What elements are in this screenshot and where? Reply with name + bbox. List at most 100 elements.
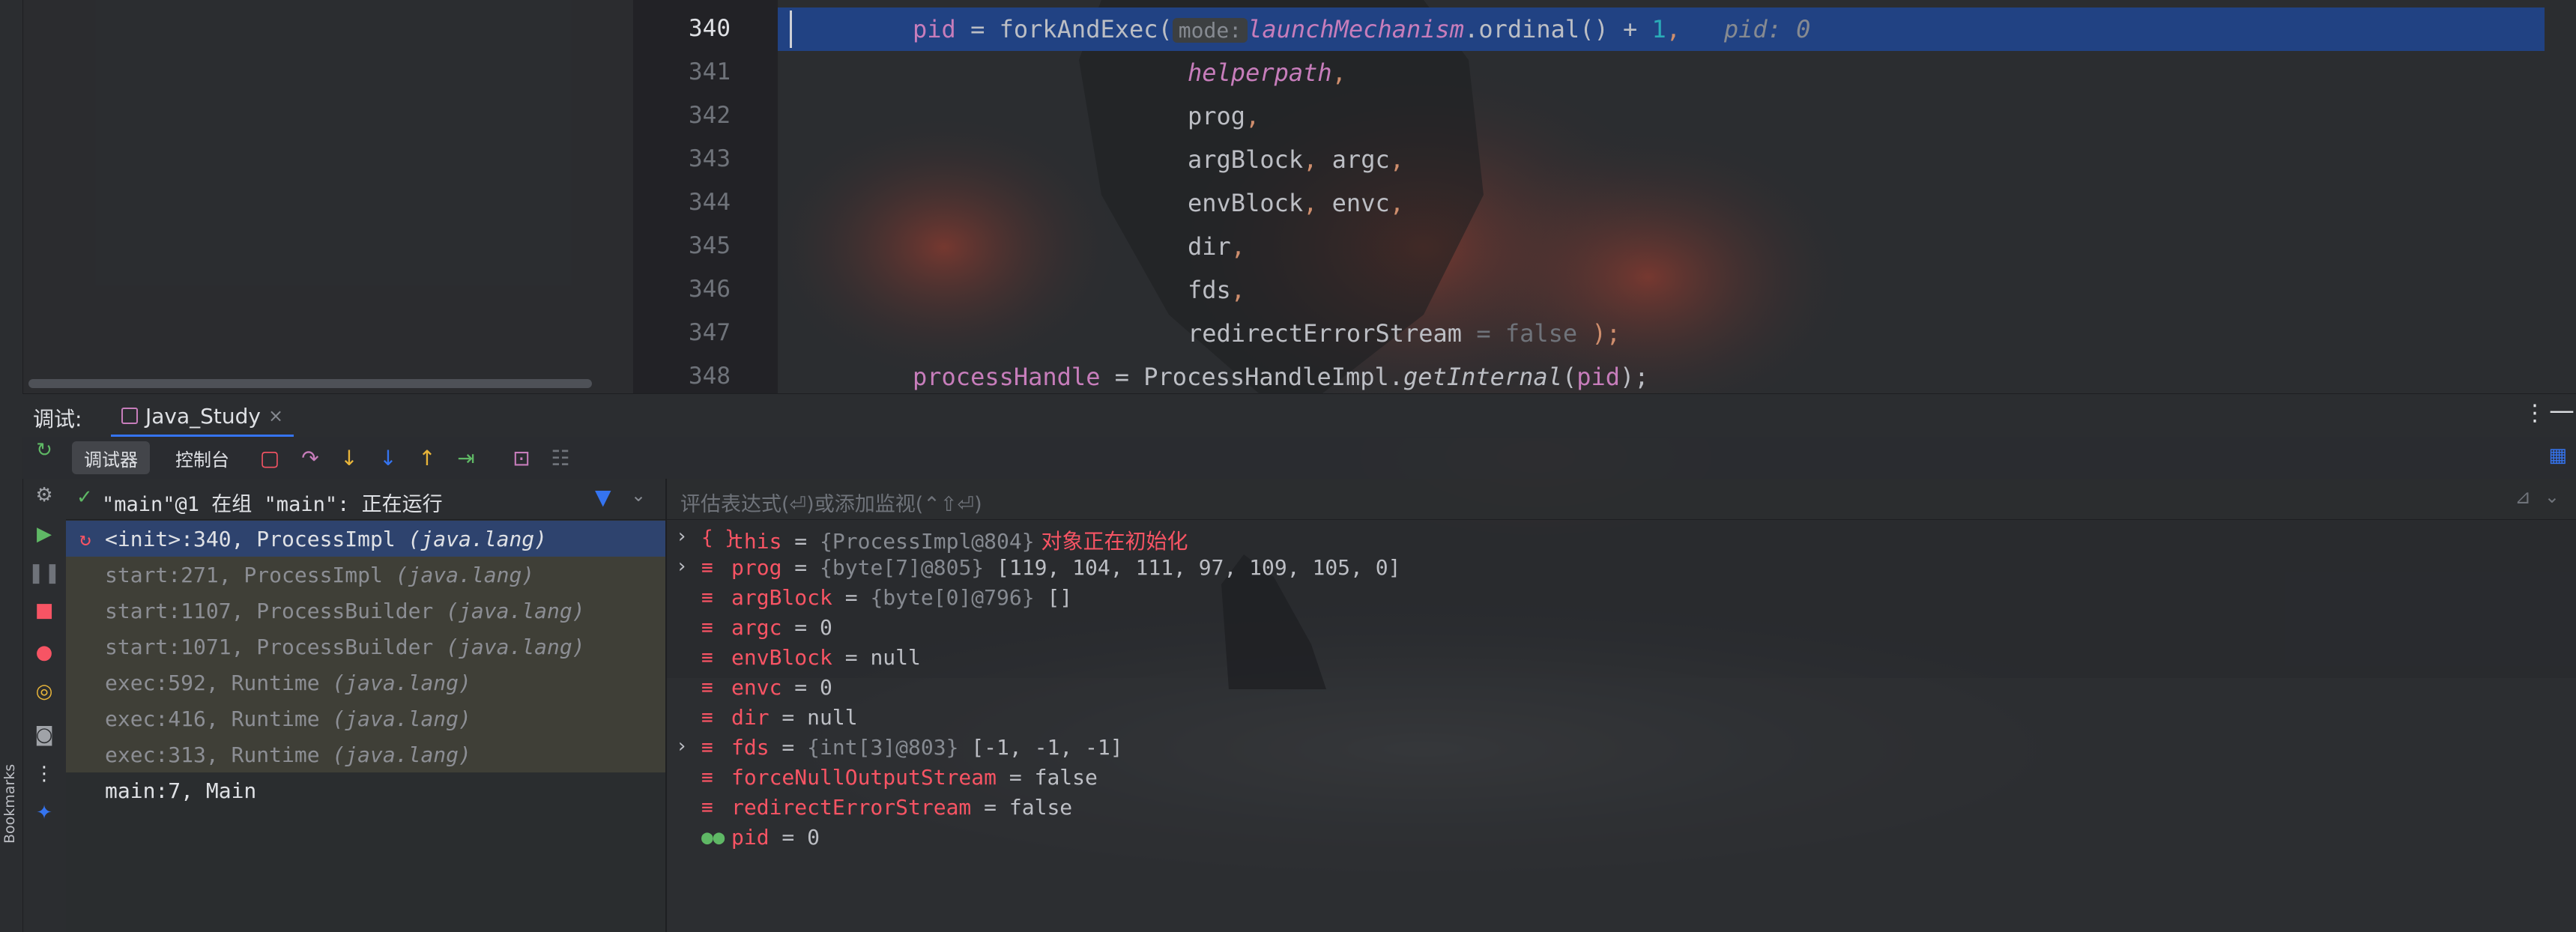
variable-row[interactable]: ≡ argc = 0 bbox=[667, 615, 2576, 645]
variable-text: pid = 0 bbox=[731, 825, 820, 850]
tab-console[interactable]: 控制台 bbox=[163, 441, 241, 474]
variable-text: prog = {byte[7]@805} [119, 104, 111, 97,… bbox=[731, 555, 1401, 580]
filter-icon[interactable]: ▼ bbox=[595, 485, 611, 509]
camera-icon[interactable]: ◙ bbox=[31, 721, 58, 748]
bookmarks-tab[interactable]: Bookmarks bbox=[1, 764, 22, 844]
pause-icon[interactable]: ❚❚ bbox=[28, 560, 61, 587]
stack-frame-row[interactable]: start:271, ProcessImpl (java.lang) bbox=[66, 557, 665, 593]
view-breakpoints-icon[interactable]: ● bbox=[31, 639, 58, 666]
chevron-right-icon[interactable]: › bbox=[676, 555, 688, 578]
code-line-342[interactable]: prog, bbox=[1188, 102, 1260, 130]
variable-row[interactable]: ≡ forceNullOutputStream = false bbox=[667, 765, 2576, 795]
code-line-345[interactable]: dir, bbox=[1188, 232, 1245, 261]
variable-text: envBlock = null bbox=[731, 645, 921, 670]
stack-frame-row[interactable]: start:1071, ProcessBuilder (java.lang) bbox=[66, 629, 665, 665]
stack-frame-label: exec:416, Runtime (java.lang) bbox=[105, 706, 471, 731]
tab-java-study[interactable]: Java_Study × bbox=[111, 397, 294, 437]
code-line-343[interactable]: argBlock, argc, bbox=[1188, 145, 1404, 174]
stop-icon[interactable]: ■ bbox=[31, 597, 58, 624]
code-line-347[interactable]: redirectErrorStream = false ); bbox=[1188, 319, 1621, 348]
stack-frame-label: main:7, Main bbox=[105, 778, 257, 803]
line-number: 345 bbox=[689, 232, 731, 259]
variable-row[interactable]: ≡ envc = 0 bbox=[667, 675, 2576, 705]
more-options-icon[interactable]: ⋮ bbox=[2524, 400, 2546, 426]
horizontal-scrollbar[interactable] bbox=[28, 379, 592, 388]
step-into-icon[interactable]: ↓ bbox=[336, 444, 363, 471]
line-number: 344 bbox=[689, 189, 731, 216]
resume-icon[interactable]: ▶ bbox=[31, 521, 58, 548]
line-number: 342 bbox=[689, 102, 731, 129]
code-line-344[interactable]: envBlock, envc, bbox=[1188, 189, 1404, 217]
chevron-down-icon[interactable]: ⌄ bbox=[631, 485, 646, 506]
variable-row[interactable]: ≡ redirectErrorStream = false bbox=[667, 795, 2576, 825]
field-icon: ≡ bbox=[701, 557, 713, 579]
variable-row[interactable]: ›{ } this = {ProcessImpl@804} 对象正在初始化 bbox=[667, 525, 2576, 555]
stack-frame-row[interactable]: start:1107, ProcessBuilder (java.lang) bbox=[66, 593, 665, 629]
variable-text: argc = 0 bbox=[731, 615, 832, 640]
stack-frame-row[interactable]: exec:313, Runtime (java.lang) bbox=[66, 736, 665, 772]
variable-row[interactable]: ≡ envBlock = null bbox=[667, 645, 2576, 675]
chevron-right-icon[interactable]: › bbox=[676, 525, 688, 548]
variable-text: envc = 0 bbox=[731, 675, 832, 700]
parameter-hint: mode: bbox=[1172, 18, 1248, 43]
stack-frame-row[interactable]: exec:592, Runtime (java.lang) bbox=[66, 665, 665, 700]
field-icon: ≡ bbox=[701, 587, 713, 609]
tab-debugger[interactable]: 调试器 bbox=[72, 441, 150, 474]
debug-side-actions: ↻ ⚙ ▶ ❚❚ ■ ● ◎ ◙ ⋮ ✦ bbox=[22, 437, 66, 932]
field-icon: ≡ bbox=[701, 796, 713, 819]
evaluate-input[interactable]: 评估表达式(⏎)或添加监视(⌃⇧⏎) bbox=[680, 488, 982, 517]
stack-frame-label: start:1071, ProcessBuilder (java.lang) bbox=[105, 635, 585, 659]
code-line-348[interactable]: processHandle = ProcessHandleImpl.getInt… bbox=[913, 363, 1649, 391]
thread-selector[interactable]: ✓ "main"@1 在组 "main": 正在运行 ▼ ⌄ bbox=[66, 479, 665, 520]
variable-row[interactable]: › ≡ fds = {int[3]@803} [-1, -1, -1] bbox=[667, 735, 2576, 765]
stack-frame-label: exec:313, Runtime (java.lang) bbox=[105, 742, 471, 767]
variable-text: forceNullOutputStream = false bbox=[731, 765, 1098, 790]
stack-frame-row[interactable]: exec:416, Runtime (java.lang) bbox=[66, 700, 665, 736]
step-over-icon[interactable]: ↷ bbox=[297, 444, 324, 471]
force-step-into-icon[interactable]: ↓ bbox=[375, 444, 402, 471]
stack-frame-row[interactable]: main:7, Main bbox=[66, 772, 665, 808]
pin-icon[interactable]: ✦ bbox=[31, 799, 58, 826]
code-editor[interactable] bbox=[778, 0, 2576, 393]
variable-text: this = {ProcessImpl@804} 对象正在初始化 bbox=[731, 529, 1188, 554]
more-actions-icon[interactable]: ⋮ bbox=[31, 760, 58, 787]
restart-frame-icon: ↻ bbox=[79, 528, 91, 551]
layout-settings-icon[interactable]: ▦ bbox=[2548, 444, 2567, 467]
line-number: 346 bbox=[689, 276, 731, 303]
line-number: 341 bbox=[689, 58, 731, 85]
chevron-down-icon[interactable]: ⌄ bbox=[2545, 486, 2560, 507]
left-tool-strip: Bookmarks bbox=[0, 0, 23, 932]
threads-view-icon[interactable]: ☷ bbox=[547, 444, 574, 471]
variable-row[interactable]: ≡ argBlock = {byte[0]@796} [] bbox=[667, 585, 2576, 615]
debug-window-title: 调试: bbox=[33, 407, 82, 432]
inline-debug-value: pid: 0 bbox=[1723, 15, 1811, 43]
code-line-346[interactable]: fds, bbox=[1188, 276, 1245, 304]
variable-row[interactable]: ≡ dir = null bbox=[667, 705, 2576, 735]
minimize-icon[interactable]: — bbox=[2549, 396, 2575, 426]
evaluate-expression-icon[interactable]: ⊡ bbox=[508, 444, 535, 471]
code-line-340[interactable]: pid = forkAndExec(mode: launchMechanism.o… bbox=[913, 15, 1810, 43]
layout-icon[interactable]: ▢ bbox=[256, 444, 283, 471]
settings-gear-icon[interactable]: ⚙ bbox=[31, 482, 58, 509]
line-number: 347 bbox=[689, 319, 731, 346]
field-icon: ≡ bbox=[701, 617, 713, 639]
close-icon[interactable]: × bbox=[268, 405, 283, 426]
pin-watch-icon[interactable]: ⊿ bbox=[2515, 486, 2531, 509]
debug-tool-window-header: 调试: Java_Study × ⋮ — bbox=[22, 393, 2576, 438]
line-number: 348 bbox=[689, 363, 731, 390]
mute-breakpoints-icon[interactable]: ◎ bbox=[31, 678, 58, 705]
step-out-icon[interactable]: ↑ bbox=[414, 444, 441, 471]
project-pane-area bbox=[22, 0, 633, 393]
field-icon: ≡ bbox=[701, 736, 713, 759]
variable-row[interactable]: ●● pid = 0 bbox=[667, 825, 2576, 855]
code-line-341[interactable]: helperpath, bbox=[1188, 58, 1346, 87]
text-caret bbox=[790, 10, 792, 48]
debug-toolbar: 调试器 控制台 ▢ ↷ ↓ ↓ ↑ ⇥ ⊡ ☷ bbox=[22, 437, 2576, 479]
stack-frame-row[interactable]: ↻ <init>:340, ProcessImpl (java.lang) bbox=[66, 521, 665, 557]
rerun-icon[interactable]: ↻ bbox=[31, 437, 58, 464]
variable-row[interactable]: › ≡ prog = {byte[7]@805} [119, 104, 111, 9… bbox=[667, 555, 2576, 585]
inline-hint-false: = false bbox=[1462, 319, 1578, 348]
run-to-cursor-icon[interactable]: ⇥ bbox=[453, 444, 480, 471]
chevron-right-icon[interactable]: › bbox=[676, 735, 688, 757]
evaluate-expression-bar[interactable]: 评估表达式(⏎)或添加监视(⌃⇧⏎) ⊿ ⌄ bbox=[667, 479, 2576, 520]
